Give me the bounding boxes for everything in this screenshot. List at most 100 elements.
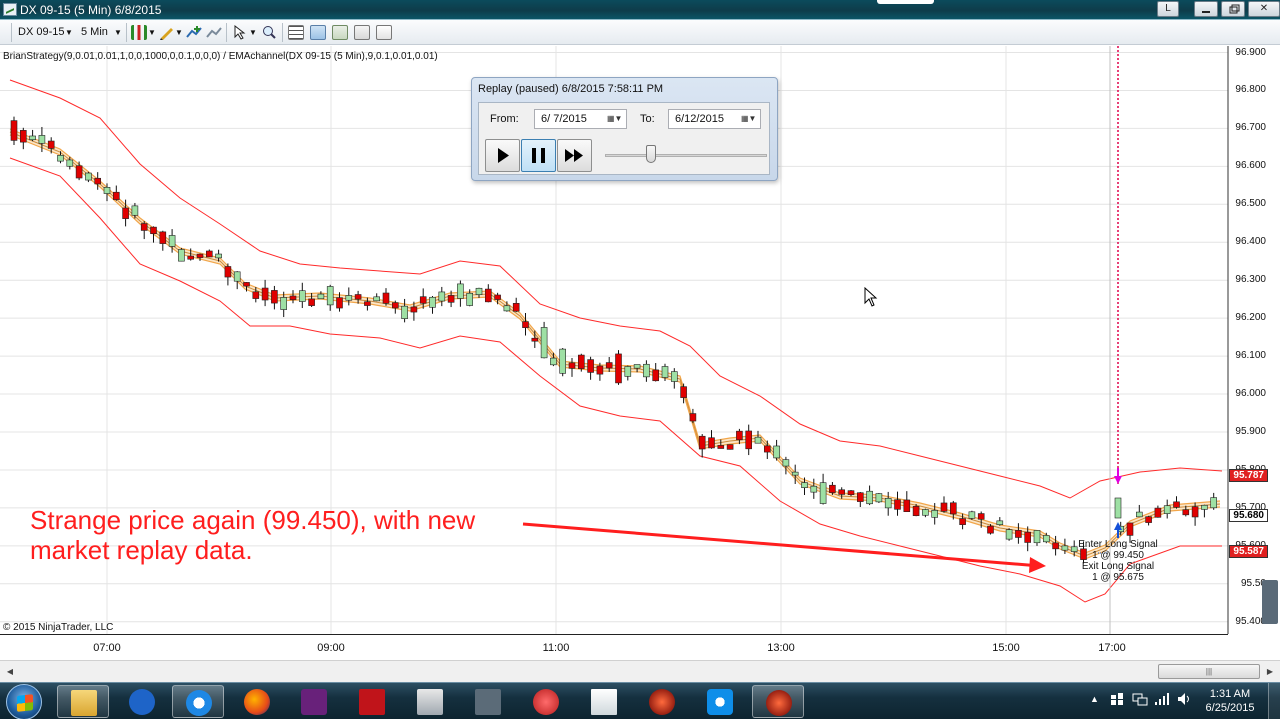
taskbar-windows-explorer[interactable] xyxy=(57,685,109,718)
add-indicator-icon[interactable] xyxy=(186,25,202,40)
candle-body xyxy=(19,130,27,143)
scroll-right-icon[interactable]: ▶ xyxy=(1262,665,1278,678)
fast-forward-button[interactable] xyxy=(557,139,592,172)
firefox-icon xyxy=(244,689,270,715)
taskbar-sync-app[interactable] xyxy=(462,685,514,718)
taskbar-filezilla[interactable] xyxy=(346,685,398,718)
candle-body xyxy=(1052,542,1059,550)
action-center-icon[interactable] xyxy=(1110,692,1124,709)
system-clock[interactable]: 1:31 AM 6/25/2015 xyxy=(1199,687,1261,715)
candle-body xyxy=(410,306,418,313)
to-date-value: 6/12/2015 xyxy=(675,113,724,125)
calendar-dropdown-icon[interactable]: ▦▼ xyxy=(741,114,757,124)
snapshot-icon[interactable] xyxy=(354,25,370,40)
taskbar-document-app[interactable] xyxy=(578,685,630,718)
chart-trader-icon[interactable] xyxy=(332,25,348,40)
volume-icon[interactable] xyxy=(1177,692,1193,709)
annotation-arrowhead-icon xyxy=(1029,557,1046,573)
candle-body xyxy=(252,291,260,299)
to-date-picker[interactable]: 6/12/2015 ▦▼ xyxy=(668,109,761,129)
candle-body xyxy=(884,498,892,509)
pointer-dropdown-icon[interactable]: ▼ xyxy=(249,24,257,41)
candle-body xyxy=(66,159,74,167)
pause-button[interactable] xyxy=(521,139,556,172)
candle-body xyxy=(206,250,213,258)
candle-body xyxy=(1061,545,1069,551)
candle-body xyxy=(131,205,139,216)
draw-pencil-icon[interactable] xyxy=(159,25,175,40)
properties-icon[interactable] xyxy=(310,25,326,40)
scroll-left-icon[interactable]: ◀ xyxy=(2,665,18,678)
minimize-button[interactable] xyxy=(1194,1,1218,17)
filezilla-icon xyxy=(359,689,385,715)
candle-body xyxy=(1070,546,1078,552)
price-tick: 96.100 xyxy=(1235,350,1266,362)
candle-body xyxy=(503,305,511,312)
taskbar-calculator[interactable] xyxy=(404,685,456,718)
taskbar-red-app[interactable] xyxy=(520,685,572,718)
internet-explorer-icon xyxy=(186,690,212,716)
price-scale-handle[interactable] xyxy=(1262,580,1278,624)
candle-body xyxy=(633,364,641,369)
taskbar-firefox[interactable] xyxy=(231,685,283,718)
candle-body xyxy=(996,520,1004,525)
scrollbar-thumb[interactable]: ||| xyxy=(1158,664,1260,679)
candle-body xyxy=(1173,501,1180,508)
candle-body xyxy=(838,489,846,495)
taskbar-ninjatrader[interactable] xyxy=(636,685,688,718)
wifi-signal-icon[interactable] xyxy=(1154,692,1170,709)
pointer-icon[interactable] xyxy=(232,24,248,40)
start-button[interactable] xyxy=(6,684,42,719)
zoom-icon[interactable] xyxy=(261,25,277,40)
last-price-marker: 95.680 xyxy=(1229,509,1268,523)
taskbar-ninjatrader-active[interactable] xyxy=(752,685,804,718)
replay-window[interactable]: Replay (paused) 6/8/2015 7:58:11 PM From… xyxy=(471,77,778,181)
tray-expand-icon[interactable]: ▲ xyxy=(1090,694,1099,704)
candle-body xyxy=(122,207,129,219)
candle-body xyxy=(159,231,167,244)
annotation-line-1: Strange price again (99.450), with new xyxy=(30,505,476,535)
signal-label: Enter Long Signal xyxy=(1078,539,1158,550)
candle-body xyxy=(140,223,148,231)
instrument-selector[interactable]: DX 09-15 xyxy=(18,24,64,41)
draw-dropdown-icon[interactable]: ▼ xyxy=(175,24,183,41)
restore-icon xyxy=(1229,4,1240,14)
calendar-dropdown-icon[interactable]: ▦▼ xyxy=(607,114,623,124)
taskbar-visual-studio[interactable] xyxy=(288,685,340,718)
taskbar-internet-explorer[interactable] xyxy=(172,685,224,718)
interval-dropdown-icon[interactable]: ▼ xyxy=(114,24,122,41)
candle-body xyxy=(940,502,948,512)
taskbar-aol[interactable] xyxy=(116,685,168,718)
network-icon[interactable] xyxy=(1132,692,1148,709)
toolbar-separator xyxy=(282,23,283,42)
red-app-icon xyxy=(533,689,559,715)
candle-body xyxy=(187,255,194,260)
template-icon[interactable] xyxy=(376,25,392,40)
show-desktop-button[interactable] xyxy=(1268,683,1280,719)
replay-speed-slider[interactable] xyxy=(646,145,656,163)
replay-speed-track[interactable] xyxy=(605,154,767,157)
close-button[interactable]: ✕ xyxy=(1248,1,1280,17)
candle-body xyxy=(1201,504,1208,510)
play-button[interactable] xyxy=(485,139,520,172)
chart-scrollbar[interactable]: ◀ ||| ▶ xyxy=(0,660,1280,682)
bar-type-icon[interactable] xyxy=(131,25,147,40)
toolbar-grip xyxy=(11,23,12,42)
from-date-picker[interactable]: 6/ 7/2015 ▦▼ xyxy=(534,109,627,129)
fast-forward-icon xyxy=(565,149,583,162)
instrument-dropdown-icon[interactable]: ▼ xyxy=(65,24,73,41)
taskbar-teamviewer[interactable] xyxy=(694,685,746,718)
candle-body xyxy=(196,253,204,258)
price-tick: 96.700 xyxy=(1235,122,1266,134)
candlesticks xyxy=(10,116,1217,564)
interval-selector[interactable]: 5 Min xyxy=(81,24,108,41)
link-button[interactable]: L xyxy=(1157,1,1179,17)
candle-body xyxy=(38,135,46,144)
time-tick: 07:00 xyxy=(93,642,121,654)
time-tick: 09:00 xyxy=(317,642,345,654)
bar-type-dropdown-icon[interactable]: ▼ xyxy=(148,24,156,41)
minimize-icon xyxy=(1202,11,1210,13)
data-box-icon[interactable] xyxy=(288,25,304,40)
restore-button[interactable] xyxy=(1221,1,1245,17)
strategy-icon[interactable] xyxy=(206,25,222,40)
